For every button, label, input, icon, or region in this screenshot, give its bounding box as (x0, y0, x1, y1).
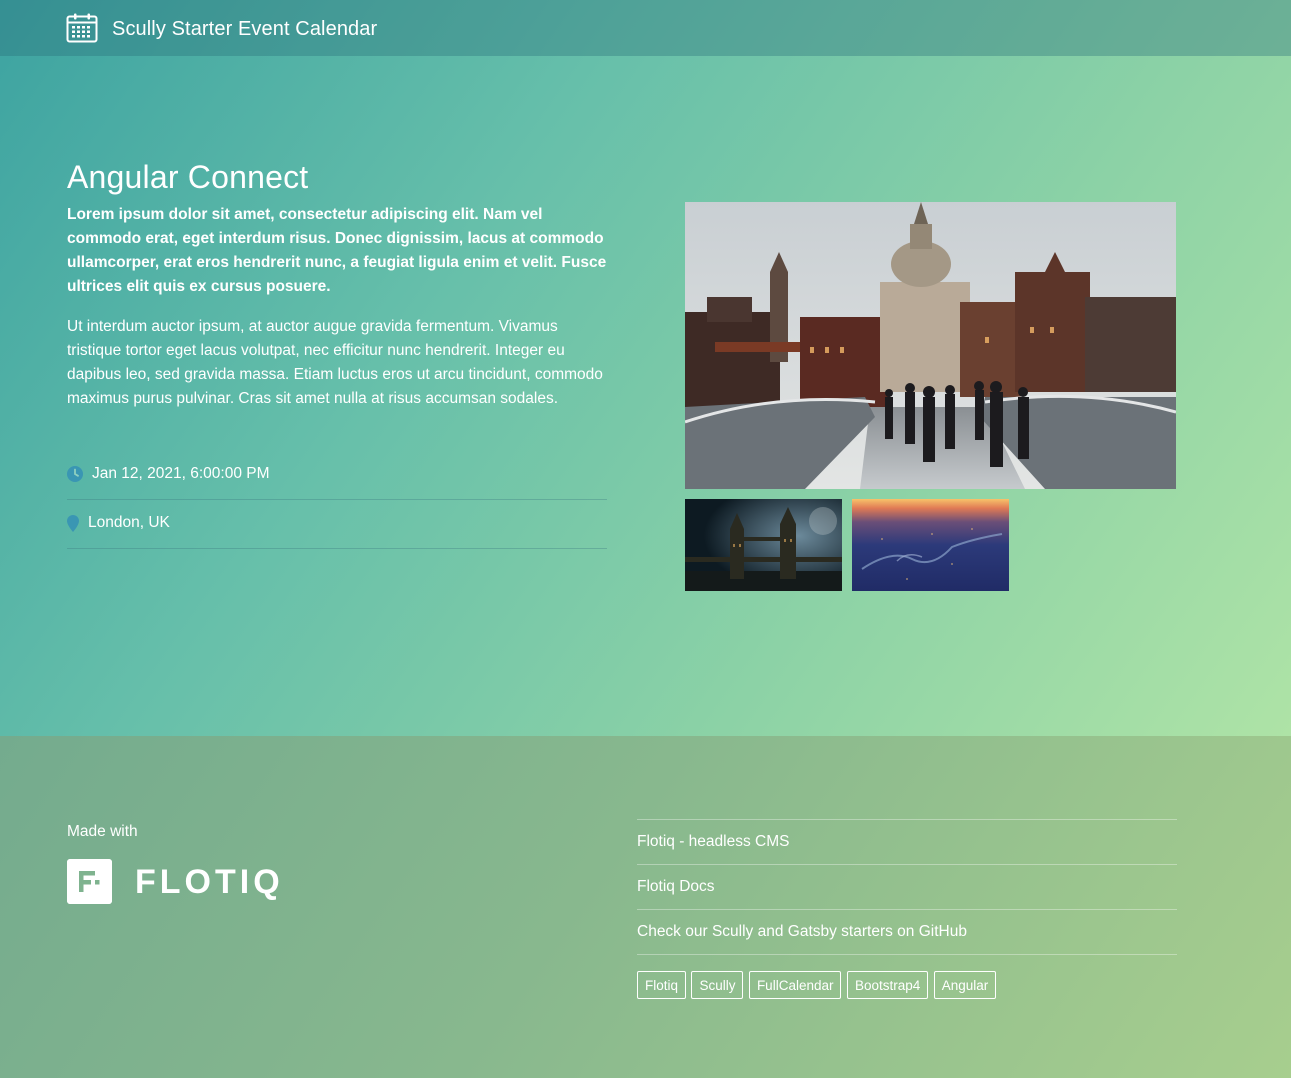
flotiq-cms-link[interactable]: Flotiq - headless CMS (637, 820, 1177, 865)
flotiq-brand-wordmark[interactable]: FLOTIQ (135, 863, 284, 901)
event-location: London, UK (88, 514, 170, 531)
city-aerial-thumbnail[interactable] (852, 499, 1009, 591)
tech-tags: Flotiq Scully FullCalendar Bootstrap4 An… (637, 971, 997, 999)
flotiq-docs-link[interactable]: Flotiq Docs (637, 865, 1177, 910)
event-description: Ut interdum auctor ipsum, at auctor augu… (67, 318, 603, 407)
calendar-icon[interactable] (66, 13, 98, 43)
flotiq-logo-icon[interactable] (67, 859, 112, 904)
event-date: Jan 12, 2021, 6:00:00 PM (92, 465, 270, 482)
app-title[interactable]: Scully Starter Event Calendar (112, 16, 377, 42)
tower-bridge-thumbnail[interactable] (685, 499, 842, 591)
event-main-photo[interactable] (685, 202, 1176, 489)
clock-icon (67, 466, 83, 482)
tag-angular[interactable]: Angular (933, 971, 997, 999)
tag-scully[interactable]: Scully (691, 971, 744, 999)
event-date-row: Jan 12, 2021, 6:00:00 PM (67, 450, 607, 500)
tag-fullcalendar[interactable]: FullCalendar (748, 971, 842, 999)
tag-bootstrap4[interactable]: Bootstrap4 (846, 971, 929, 999)
made-with-label: Made with (67, 823, 138, 840)
map-pin-icon (67, 515, 79, 532)
top-navbar: Scully Starter Event Calendar (0, 0, 1291, 56)
footer: Made with FLOTIQ Flotiq - headless CMS F… (0, 736, 1291, 1078)
event-title: Angular Connect (67, 159, 309, 195)
github-starters-link[interactable]: Check our Scully and Gatsby starters on … (637, 910, 1177, 955)
event-location-row: London, UK (67, 499, 607, 549)
tag-flotiq[interactable]: Flotiq (637, 971, 687, 999)
event-lead-text: Lorem ipsum dolor sit amet, consectetur … (67, 206, 607, 295)
footer-links: Flotiq - headless CMS Flotiq Docs Check … (637, 819, 1177, 955)
